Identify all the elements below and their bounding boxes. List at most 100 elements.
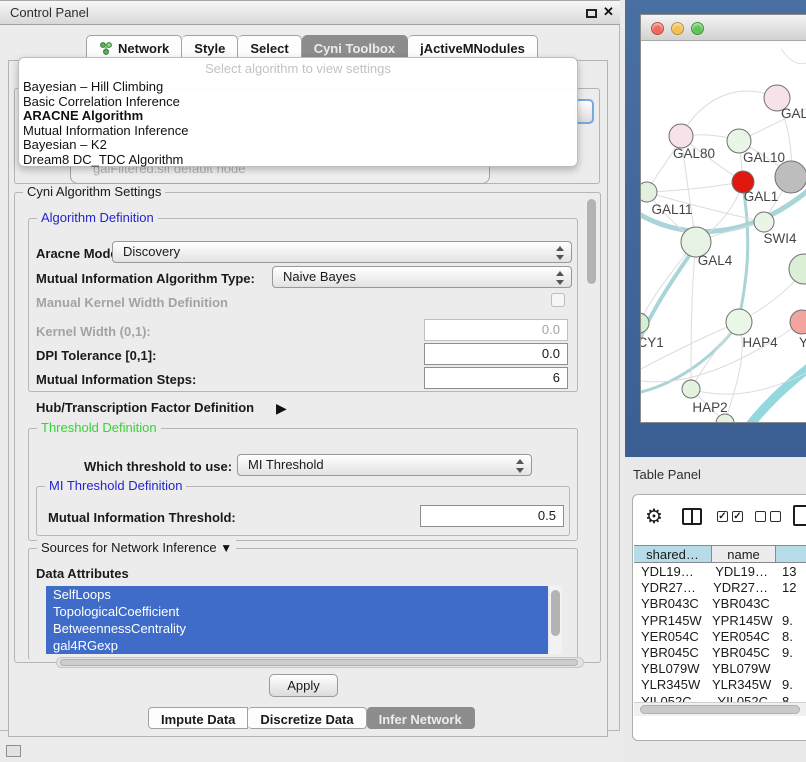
apply-button[interactable]: Apply [269,674,338,697]
control-panel-titlebar[interactable]: Control Panel ✕ [0,0,620,25]
table-horizontal-scrollbar-thumb[interactable] [640,705,800,714]
mi-algorithm-type-combobox[interactable]: Naive Bayes [272,266,572,288]
float-window-icon[interactable] [586,9,597,18]
aracne-mode-combobox[interactable]: Discovery [112,241,572,263]
table-row[interactable]: YBR043C YBR043C [634,596,806,612]
close-icon[interactable]: ✕ [603,4,614,20]
table-horizontal-scrollbar[interactable] [634,702,806,716]
network-window-titlebar[interactable] [641,15,806,41]
cell-value: 9. [776,677,806,693]
tab-style[interactable]: Style [182,35,238,58]
dropdown-item[interactable]: Dream8 DC_TDC Algorithm [23,153,573,168]
tab-discretize-data[interactable]: Discretize Data [248,707,366,729]
network-node[interactable] [641,313,649,333]
table-toolbar: ⚙ ✓ ✓ [633,495,806,539]
expand-right-icon[interactable]: ▶ [276,400,287,417]
network-node[interactable] [790,310,806,334]
mi-threshold-field[interactable]: 0.5 [420,505,564,527]
network-node[interactable] [641,182,657,202]
dropdown-item[interactable]: Bayesian – Hill Climbing [23,80,573,95]
column-header-name[interactable]: name [712,546,776,562]
dropdown-item[interactable]: Bayesian – K2 [23,138,573,153]
table-row[interactable]: YER054C YER054C 8. [634,629,806,645]
table-row[interactable]: YLR345W YLR345W 9. [634,677,806,693]
tab-infer-network[interactable]: Infer Network [367,707,475,729]
data-attributes-label: Data Attributes [36,566,129,581]
select-all-check-icon[interactable]: ✓ [717,511,728,522]
deselect-all-icon[interactable] [755,511,766,522]
close-traffic-light-icon[interactable] [651,22,664,35]
which-threshold-combobox[interactable]: MI Threshold [237,454,532,476]
kernel-width-field[interactable]: 0.0 [424,319,568,341]
table-row[interactable]: YBL079W YBL079W [634,661,806,677]
column-header-partial[interactable] [776,546,806,562]
settings-horizontal-scrollbar[interactable] [56,657,584,668]
column-header-shared-name[interactable]: shared… [634,546,712,562]
table-row[interactable]: YPR145W YPR145W 9. [634,613,806,629]
deselect-all-icon[interactable] [770,511,781,522]
minimize-traffic-light-icon[interactable] [671,22,684,35]
network-node[interactable] [754,212,774,232]
cell-shared-name: YER054C [634,629,712,645]
edge-highlighted[interactable] [749,367,806,423]
edge[interactable] [781,49,806,64]
aracne-mode-label: Aracne Mode: [36,246,122,261]
tab-impute-data[interactable]: Impute Data [148,707,248,729]
node-label: GAL [781,106,806,121]
node-table: ⚙ ✓ ✓ shared… name YDL19… YDL19… 13 YDR2… [632,494,806,741]
sources-title-text: Sources for Network Inference [41,540,217,555]
network-node[interactable] [775,161,806,193]
cell-value: 13 [776,564,806,580]
settings-horizontal-scrollbar-thumb[interactable] [60,659,578,666]
dpi-tolerance-field[interactable]: 0.0 [424,343,568,365]
tab-select[interactable]: Select [238,35,301,58]
zoom-traffic-light-icon[interactable] [691,22,704,35]
table-row[interactable]: YBR045C YBR045C 9. [634,645,806,661]
attribute-item-selected[interactable]: BetweennessCentrality [46,620,548,637]
dropdown-item-selected[interactable]: ARACNE Algorithm [23,109,573,124]
which-threshold-label: Which threshold to use: [84,459,232,474]
network-window[interactable]: GAL GAL80 GAL10 GAL1 GAL11 SWI4 GAL4 GCY… [640,14,806,423]
tab-jactivemnodules[interactable]: jActiveMNodules [408,35,538,58]
dropdown-items: Bayesian – Hill Climbing Basic Correlati… [23,80,573,168]
table-row[interactable]: YDL19… YDL19… 13 [634,564,806,580]
settings-scrollbar-thumb[interactable] [587,199,596,284]
settings-scrollbar[interactable] [586,196,597,658]
manual-kernel-width-label: Manual Kernel Width Definition [36,295,228,310]
table-row[interactable]: YDR27… YDR27… 12 [634,580,806,596]
network-node[interactable] [682,380,700,398]
attribute-item-selected[interactable]: gal4RGexp [46,637,548,654]
expand-down-icon[interactable]: ▼ [220,541,232,555]
edge-highlighted[interactable] [739,187,748,319]
network-node[interactable] [716,414,734,423]
network-node[interactable] [669,124,693,148]
settings-group-title: Cyni Algorithm Settings [23,184,165,199]
network-node[interactable] [789,254,806,284]
columns-icon[interactable] [682,508,702,525]
tab-cyni-toolbox[interactable]: Cyni Toolbox [302,35,408,58]
hub-definition-label: Hub/Transcription Factor Definition [36,400,254,415]
sources-group-title: Sources for Network Inference ▼ [37,540,236,555]
kernel-width-label: Kernel Width (0,1): [36,324,151,339]
cell-name: YER054C [712,629,776,645]
gear-icon[interactable]: ⚙ [645,504,663,529]
dropdown-item[interactable]: Mutual Information Inference [23,124,573,139]
mi-steps-field[interactable]: 6 [424,367,568,389]
attribute-item-selected[interactable]: SelfLoops [46,586,548,603]
dropdown-item[interactable]: Basic Correlation Inference [23,95,573,110]
network-canvas[interactable]: GAL GAL80 GAL10 GAL1 GAL11 SWI4 GAL4 GCY… [641,41,806,423]
manual-kernel-width-checkbox[interactable] [551,293,565,307]
collapsed-panel-button[interactable] [6,745,21,757]
attribute-item-selected[interactable]: TopologicalCoefficient [46,603,548,620]
tab-network[interactable]: Network [86,35,182,58]
network-node[interactable] [726,309,752,335]
cell-value: 9. [776,613,806,629]
export-table-icon[interactable] [793,505,806,526]
edge[interactable] [647,182,743,192]
cell-shared-name: YLR345W [634,677,712,693]
edge[interactable] [641,322,802,382]
table-panel-section: Table Panel ⚙ ✓ ✓ shared… name YDL19… YD… [625,457,806,762]
attribute-list-scrollbar-thumb[interactable] [551,590,560,636]
select-all-check-icon[interactable]: ✓ [732,511,743,522]
attribute-list-scrollbar[interactable] [550,586,562,654]
